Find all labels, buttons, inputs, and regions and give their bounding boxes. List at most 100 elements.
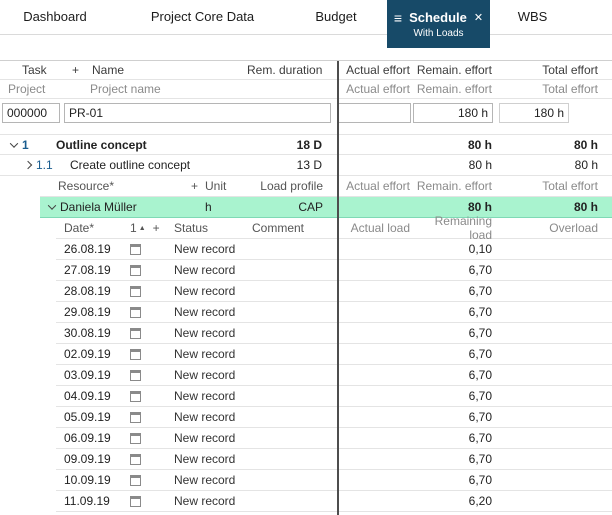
calendar-icon[interactable] bbox=[130, 349, 141, 360]
resource-load-profile: CAP bbox=[253, 200, 337, 214]
table-row[interactable]: 28.08.19 New record 6,70 bbox=[56, 281, 612, 302]
tab-wbs[interactable]: WBS bbox=[490, 0, 575, 34]
task-id[interactable]: 1 bbox=[22, 138, 56, 152]
status-value: New record bbox=[174, 410, 337, 424]
add-task-icon[interactable]: + bbox=[72, 63, 92, 77]
status-value: New record bbox=[174, 284, 337, 298]
close-icon[interactable]: ✕ bbox=[474, 11, 483, 24]
resource-header-row: Resource* + Unit Load profile Actual eff… bbox=[40, 176, 612, 197]
load-rows-container: 26.08.19 New record 0,10 27.08.19 New re… bbox=[0, 239, 612, 512]
date-value: 30.08.19 bbox=[64, 326, 130, 340]
task-name: Create outline concept bbox=[70, 158, 247, 172]
col-remain-effort: Remain. effort bbox=[413, 63, 495, 77]
calendar-icon[interactable] bbox=[130, 307, 141, 318]
add-date-icon[interactable]: + bbox=[153, 221, 160, 235]
column-group-divider bbox=[337, 61, 339, 515]
col-actual-effort-res: Actual effort bbox=[337, 179, 413, 193]
task-remain-effort: 80 h bbox=[413, 158, 495, 172]
resource-name: Daniela Müller bbox=[60, 200, 205, 214]
remaining-load-value: 6,70 bbox=[413, 389, 495, 403]
status-value: New record bbox=[174, 305, 337, 319]
col-total-effort-sub: Total effort bbox=[495, 82, 612, 96]
table-row[interactable]: 05.09.19 New record 6,70 bbox=[56, 407, 612, 428]
schedule-table: Task + Name Rem. duration Actual effort … bbox=[0, 60, 612, 515]
task-total-effort: 80 h bbox=[495, 138, 612, 152]
status-value: New record bbox=[174, 347, 337, 361]
status-value: New record bbox=[174, 494, 337, 508]
project-remain-effort-input[interactable] bbox=[413, 103, 493, 123]
chevron-right-icon[interactable] bbox=[20, 162, 36, 168]
hamburger-menu-icon[interactable]: ≡ bbox=[394, 10, 402, 26]
calendar-icon[interactable] bbox=[130, 244, 141, 255]
calendar-icon[interactable] bbox=[130, 286, 141, 297]
task-row[interactable]: 1.1 Create outline concept 13 D 80 h 80 … bbox=[0, 155, 612, 176]
resource-row[interactable]: Daniela Müller h CAP 80 h 80 h bbox=[40, 197, 612, 218]
table-row[interactable]: 06.09.19 New record 6,70 bbox=[56, 428, 612, 449]
calendar-icon[interactable] bbox=[130, 433, 141, 444]
tab-schedule[interactable]: ≡ Schedule ✕ With Loads bbox=[387, 0, 490, 48]
status-value: New record bbox=[174, 473, 337, 487]
tab-dashboard[interactable]: Dashboard bbox=[0, 0, 110, 34]
tab-schedule-sublabel: With Loads bbox=[413, 28, 463, 39]
task-name: Outline concept bbox=[56, 138, 247, 152]
project-input-row: 180 h bbox=[0, 99, 612, 126]
table-row[interactable]: 11.09.19 New record 6,20 bbox=[56, 491, 612, 512]
date-value: 05.09.19 bbox=[64, 410, 130, 424]
col-actual-effort-sub: Actual effort bbox=[337, 82, 413, 96]
tab-schedule-label: Schedule bbox=[409, 10, 467, 25]
table-row[interactable]: 09.09.19 New record 6,70 bbox=[56, 449, 612, 470]
chevron-down-icon[interactable] bbox=[44, 204, 60, 210]
remaining-load-value: 6,70 bbox=[413, 326, 495, 340]
col-comment: Comment bbox=[252, 221, 337, 235]
task-id[interactable]: 1.1 bbox=[36, 158, 70, 172]
add-resource-icon[interactable]: + bbox=[191, 179, 205, 193]
project-header-row: Project Project name Actual effort Remai… bbox=[0, 80, 612, 99]
project-name-input[interactable] bbox=[64, 103, 331, 123]
task-row[interactable]: 1 Outline concept 18 D 80 h 80 h bbox=[0, 134, 612, 155]
tab-budget[interactable]: Budget bbox=[295, 0, 377, 34]
calendar-icon[interactable] bbox=[130, 370, 141, 381]
table-row[interactable]: 04.09.19 New record 6,70 bbox=[56, 386, 612, 407]
calendar-icon[interactable] bbox=[130, 412, 141, 423]
date-value: 28.08.19 bbox=[64, 284, 130, 298]
col-date: Date* bbox=[64, 221, 130, 235]
col-status: Status bbox=[174, 221, 252, 235]
col-name: Name bbox=[92, 63, 247, 77]
col-resource: Resource* bbox=[58, 179, 191, 193]
remaining-load-value: 6,20 bbox=[413, 494, 495, 508]
table-row[interactable]: 29.08.19 New record 6,70 bbox=[56, 302, 612, 323]
tab-bar: Dashboard Project Core Data Budget ≡ Sch… bbox=[0, 0, 612, 48]
project-id-input[interactable] bbox=[2, 103, 60, 123]
table-row[interactable]: 10.09.19 New record 6,70 bbox=[56, 470, 612, 491]
remaining-load-value: 6,70 bbox=[413, 347, 495, 361]
remaining-load-value: 6,70 bbox=[413, 410, 495, 424]
date-value: 27.08.19 bbox=[64, 263, 130, 277]
calendar-icon[interactable] bbox=[130, 328, 141, 339]
table-row[interactable]: 02.09.19 New record 6,70 bbox=[56, 344, 612, 365]
task-total-effort: 80 h bbox=[495, 158, 612, 172]
col-overload: Overload bbox=[495, 221, 612, 235]
table-row[interactable]: 26.08.19 New record 0,10 bbox=[56, 239, 612, 260]
date-value: 26.08.19 bbox=[64, 242, 130, 256]
remaining-load-value: 6,70 bbox=[413, 305, 495, 319]
calendar-icon[interactable] bbox=[130, 265, 141, 276]
calendar-icon[interactable] bbox=[130, 391, 141, 402]
date-value: 04.09.19 bbox=[64, 389, 130, 403]
project-total-effort-value: 180 h bbox=[499, 103, 569, 123]
table-row[interactable]: 03.09.19 New record 6,70 bbox=[56, 365, 612, 386]
chevron-down-icon[interactable] bbox=[6, 142, 22, 148]
col-actual-load: Actual load bbox=[337, 221, 413, 235]
col-task: Task bbox=[22, 63, 72, 77]
sort-order-number[interactable]: 1 bbox=[130, 221, 137, 235]
calendar-icon[interactable] bbox=[130, 496, 141, 507]
table-row[interactable]: 27.08.19 New record 6,70 bbox=[56, 260, 612, 281]
col-load-profile: Load profile bbox=[253, 179, 337, 193]
calendar-icon[interactable] bbox=[130, 475, 141, 486]
calendar-icon[interactable] bbox=[130, 454, 141, 465]
tab-project-core-data[interactable]: Project Core Data bbox=[110, 0, 295, 34]
resource-remain-effort: 80 h bbox=[413, 200, 495, 214]
resource-total-effort: 80 h bbox=[495, 200, 612, 214]
table-row[interactable]: 30.08.19 New record 6,70 bbox=[56, 323, 612, 344]
project-actual-effort-input[interactable] bbox=[337, 103, 411, 123]
sort-ascending-icon[interactable]: ▲ bbox=[139, 225, 146, 232]
